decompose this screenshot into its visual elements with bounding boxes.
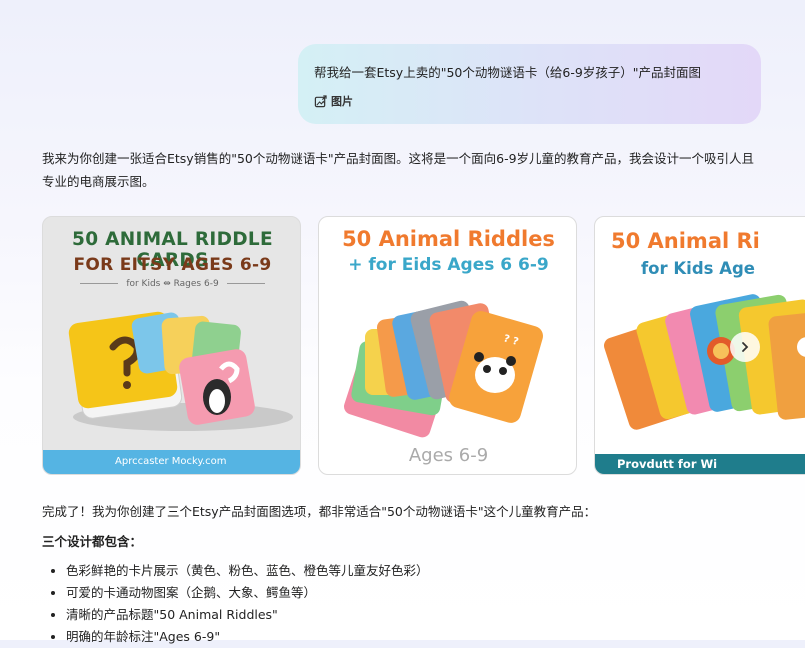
carousel-next-button[interactable] [730,332,760,362]
image-3-title: 50 Animal Ri [611,229,760,253]
image-3-subtitle: for Kids Age [641,259,755,278]
user-message-bubble: 帮我给一套Etsy上卖的"50个动物谜语卡（给6-9岁孩子）"产品封面图 图片 [298,44,761,124]
card-row-illustration [604,294,805,430]
list-item: 可爱的卡通动物图案（企鹅、大象、鳄鱼等） [66,582,429,604]
image-1-tagline: for Kids ⇹ Rages 6-9 [43,279,300,289]
image-1-subtitle: FOR EITSY AGES 6-9 [73,255,272,275]
image-2-subtitle: + for Eids Ages 6 6-9 [348,255,549,275]
image-2-title: 50 Animal Riddles [342,227,555,251]
generated-image-2[interactable]: ? ? 50 Animal Riddles + for Eids Ages 6 … [318,216,577,475]
chevron-right-icon [742,342,749,352]
features-list: 色彩鲜艳的卡片展示（黄色、粉色、蓝色、橙色等儿童友好色彩） 可爱的卡通动物图案（… [46,560,429,648]
assistant-done-text: 完成了！我为你创建了三个Etsy产品封面图选项，都非常适合"50个动物谜语卡"这… [42,504,597,519]
image-3-footer: Provdutt for Wi [595,454,805,474]
image-2-footer: Ages 6-9 [408,445,489,466]
generated-image-1[interactable]: 50 ANIMAL RIDDLE CARDS FOR EITSY AGES 6-… [42,216,301,475]
list-item: 明确的年龄标注"Ages 6-9" [66,626,429,648]
image-attachment[interactable]: 图片 [314,93,745,109]
features-heading: 三个设计都包含： [42,534,143,549]
assistant-intro: 我来为你创建一张适合Etsy销售的"50个动物谜语卡"产品封面图。这将是一个面向… [42,151,755,189]
image-carousel: 50 ANIMAL RIDDLE CARDS FOR EITSY AGES 6-… [42,216,805,476]
list-item: 色彩鲜艳的卡片展示（黄色、粉色、蓝色、橙色等儿童友好色彩） [66,560,429,582]
list-item: 清晰的产品标题"50 Animal Riddles" [66,604,429,626]
image-1-footer: Aprccaster Mocky.com [43,450,300,474]
attachment-label: 图片 [331,95,353,108]
user-message-text: 帮我给一套Etsy上卖的"50个动物谜语卡（给6-9岁孩子）"产品封面图 [314,65,702,80]
image-icon [314,94,327,107]
generated-image-3[interactable]: 50 Animal Ri for Kids Age Provdutt for W… [594,216,805,475]
